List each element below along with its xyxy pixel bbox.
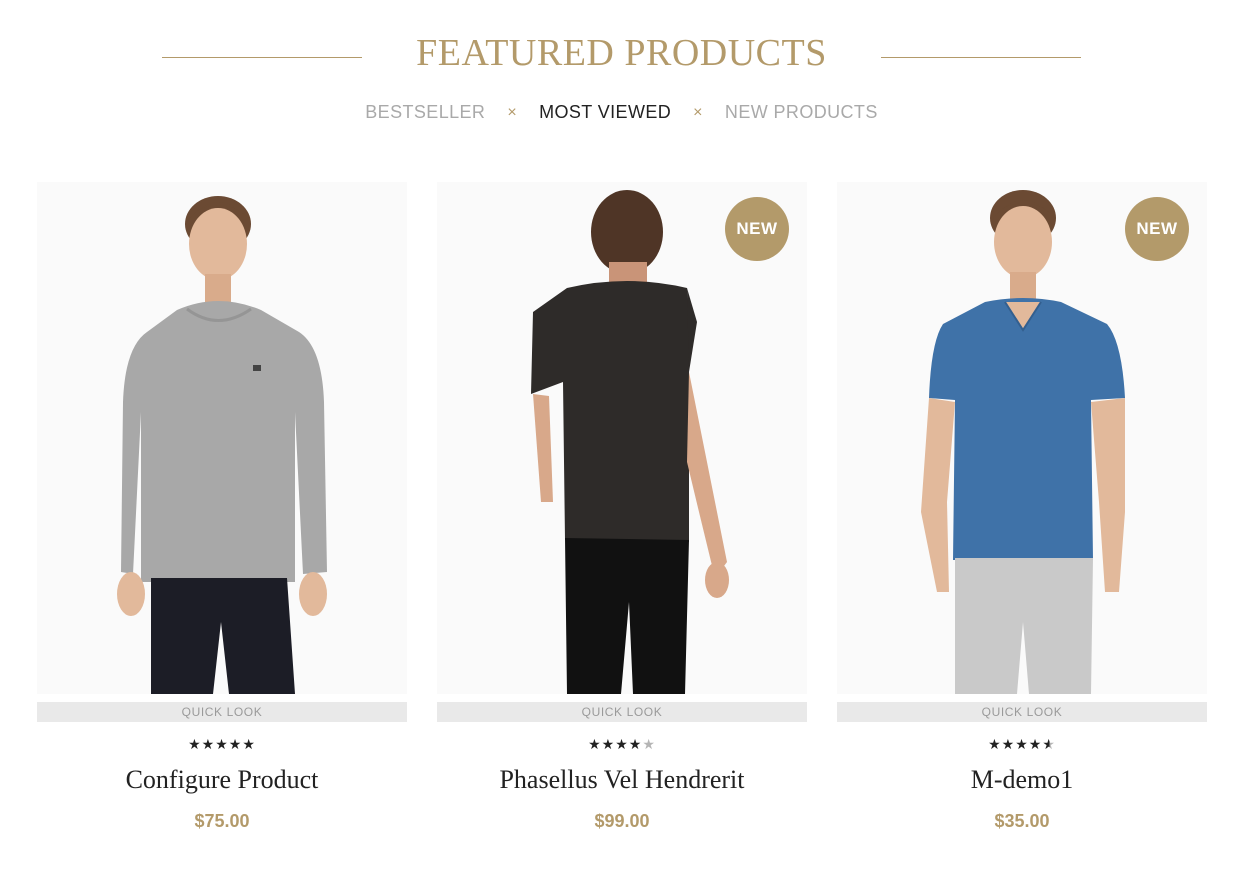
- star-icon: ★: [1028, 736, 1043, 752]
- product-card: NEW QUICK LOOK ★★★★★ Phasellus Vel Hendr…: [437, 182, 807, 842]
- new-badge: NEW: [1125, 197, 1189, 261]
- product-card: NEW QUICK LOOK ★★★★★ M-demo1 $35.00: [837, 182, 1207, 842]
- rating-stars: ★★★★★: [37, 736, 407, 752]
- product-image[interactable]: NEW: [837, 182, 1207, 694]
- product-card: QUICK LOOK ★★★★★ Configure Product $75.0…: [37, 182, 407, 842]
- product-price: $99.00: [594, 811, 650, 831]
- star-icon: ★: [188, 736, 202, 752]
- product-price: $35.00: [994, 811, 1050, 831]
- star-icon: ★: [215, 736, 229, 752]
- section-title: FEATURED PRODUCTS: [416, 32, 827, 74]
- product-price: $75.00: [194, 811, 250, 831]
- tab-new-products[interactable]: NEW PRODUCTS: [721, 102, 882, 123]
- product-name[interactable]: M-demo1: [837, 765, 1207, 795]
- product-grid: QUICK LOOK ★★★★★ Configure Product $75.0…: [37, 182, 1207, 842]
- quick-look-button[interactable]: QUICK LOOK: [837, 702, 1207, 722]
- title-divider-right: [881, 57, 1081, 58]
- star-half-icon: ★: [1042, 736, 1056, 752]
- product-image[interactable]: [37, 182, 407, 694]
- tab-most-viewed[interactable]: MOST VIEWED: [535, 102, 675, 123]
- star-icon: ★: [988, 736, 1002, 752]
- star-icon: ★: [642, 736, 656, 752]
- star-icon: ★: [242, 736, 256, 752]
- section-header: FEATURED PRODUCTS: [0, 28, 1243, 78]
- star-icon: ★: [1015, 736, 1029, 752]
- new-badge: NEW: [725, 197, 789, 261]
- star-icon: ★: [201, 736, 216, 752]
- star-icon: ★: [615, 736, 629, 752]
- quick-look-button[interactable]: QUICK LOOK: [37, 702, 407, 722]
- tab-separator: ×: [693, 103, 703, 121]
- tab-separator: ×: [507, 103, 518, 121]
- rating-stars: ★★★★★: [437, 736, 807, 752]
- star-icon: ★: [601, 736, 616, 752]
- star-icon: ★: [628, 736, 643, 752]
- star-icon: ★: [228, 736, 243, 752]
- rating-stars: ★★★★★: [837, 736, 1207, 752]
- product-image[interactable]: NEW: [437, 182, 807, 694]
- tab-bestseller[interactable]: BESTSELLER: [361, 102, 489, 123]
- product-name[interactable]: Phasellus Vel Hendrerit: [437, 765, 807, 795]
- quick-look-button[interactable]: QUICK LOOK: [437, 702, 807, 722]
- star-icon: ★: [1001, 736, 1016, 752]
- product-name[interactable]: Configure Product: [37, 765, 407, 795]
- product-tabs: BESTSELLER × MOST VIEWED × NEW PRODUCTS: [0, 102, 1243, 123]
- star-icon: ★: [588, 736, 602, 752]
